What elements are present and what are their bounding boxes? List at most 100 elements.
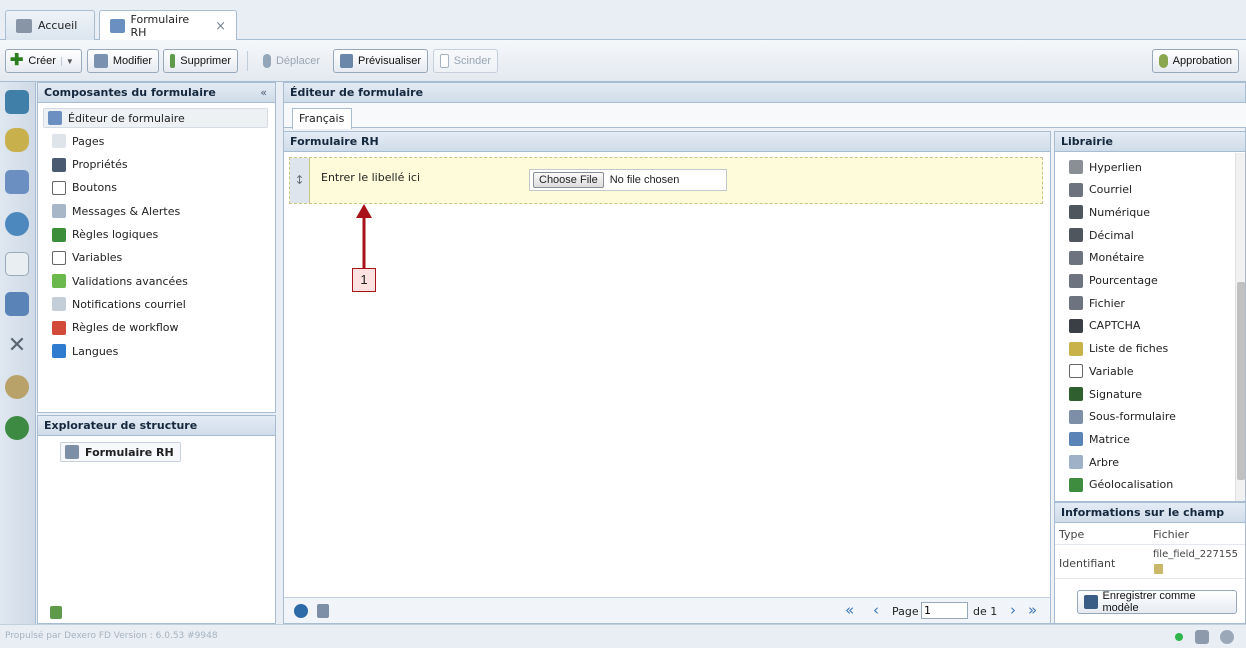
save-template-button[interactable]: Enregistrer comme modèle xyxy=(1077,590,1237,614)
reports-icon[interactable] xyxy=(5,252,29,276)
validation-icon xyxy=(52,274,66,289)
approval-icon xyxy=(1159,54,1168,68)
create-button[interactable]: ✚ Créer ▼ xyxy=(5,49,82,73)
file-field-row[interactable]: ↕ Entrer le libellé ici Choose File No f… xyxy=(289,157,1043,204)
preview-icon xyxy=(340,54,354,68)
captcha-icon xyxy=(1069,318,1083,333)
component-item[interactable]: Boutons xyxy=(48,178,117,198)
library-item[interactable]: Signature xyxy=(1065,384,1142,404)
first-page-icon[interactable]: « xyxy=(845,601,854,619)
user-icon[interactable] xyxy=(1195,630,1209,644)
at-sign-icon xyxy=(1069,182,1083,197)
forms-icon[interactable] xyxy=(5,170,29,194)
choose-file-button[interactable]: Choose File xyxy=(533,172,604,188)
library-item[interactable]: Hyperlien xyxy=(1065,157,1142,177)
library-item[interactable]: Géolocalisation xyxy=(1065,475,1173,495)
component-item[interactable]: Règles logiques xyxy=(48,225,158,245)
component-item[interactable]: Messages & Alertes xyxy=(48,201,180,221)
component-item[interactable]: Propriétés xyxy=(48,155,128,175)
component-item[interactable]: Règles de workflow xyxy=(48,318,178,338)
page-number-input[interactable] xyxy=(921,602,968,619)
copy-icon[interactable] xyxy=(1154,564,1163,574)
refresh-icon[interactable] xyxy=(294,604,308,618)
library-item[interactable]: Sous-formulaire xyxy=(1065,407,1176,427)
library-item-label: Matrice xyxy=(1089,432,1130,446)
library-header: Librairie xyxy=(1055,132,1245,152)
split-icon xyxy=(440,54,449,68)
arrow-head xyxy=(356,204,372,218)
settings-icon[interactable] xyxy=(1220,630,1234,644)
trash-icon[interactable] xyxy=(50,606,62,619)
save-icon xyxy=(1084,595,1098,609)
tools-icon[interactable]: ✕ xyxy=(5,334,29,358)
move-icon xyxy=(263,54,271,68)
file-input[interactable]: Choose File No file chosen xyxy=(529,169,727,191)
database-icon[interactable] xyxy=(5,292,29,316)
tab-formulaire-rh[interactable]: Formulaire RH × xyxy=(99,10,237,41)
export-icon[interactable] xyxy=(317,604,329,618)
tab-accueil[interactable]: Accueil xyxy=(5,10,95,40)
library-item[interactable]: Pourcentage xyxy=(1065,271,1158,291)
approval-button[interactable]: Approbation xyxy=(1152,49,1239,73)
library-item[interactable]: Matrice xyxy=(1065,429,1130,449)
library-item[interactable]: Arbre xyxy=(1065,452,1119,472)
component-item[interactable]: Langues xyxy=(48,341,118,361)
delete-button[interactable]: Supprimer xyxy=(163,49,238,73)
recycle-icon[interactable] xyxy=(5,90,29,114)
components-panel-header: Composantes du formulaire « xyxy=(38,83,275,103)
preview-button[interactable]: Prévisualiser xyxy=(333,49,428,73)
component-item[interactable]: Validations avancées xyxy=(48,271,188,291)
globe-icon xyxy=(1069,477,1083,492)
prev-page-icon[interactable]: ‹ xyxy=(873,601,879,619)
modify-label: Modifier xyxy=(112,55,152,67)
form-editor-icon xyxy=(48,111,62,125)
library-item[interactable]: Courriel xyxy=(1065,180,1132,200)
component-item[interactable]: Notifications courriel xyxy=(48,294,186,314)
move-label: Déplacer xyxy=(275,55,320,67)
tab-francais[interactable]: Français xyxy=(292,108,352,129)
field-info-header: Informations sur le champ xyxy=(1055,503,1245,523)
scrollbar-thumb[interactable] xyxy=(1237,282,1245,480)
users-icon[interactable] xyxy=(5,212,29,236)
canvas-bottom-bar: « ‹ Page de 1 › » xyxy=(284,597,1050,623)
dropdown-caret-icon[interactable]: ▼ xyxy=(60,56,74,66)
component-item[interactable]: Éditeur de formulaire xyxy=(43,108,268,128)
properties-icon xyxy=(52,157,66,172)
split-button[interactable]: Scinder xyxy=(433,49,498,73)
library-scrollbar[interactable] xyxy=(1235,153,1245,501)
file-status: No file chosen xyxy=(609,174,680,186)
field-info-panel: Informations sur le champ Type Fichier I… xyxy=(1054,502,1246,624)
component-item-label: Règles logiques xyxy=(72,228,159,241)
tab-label: Accueil xyxy=(38,19,78,32)
component-item-label: Boutons xyxy=(72,181,117,195)
library-item[interactable]: Numérique xyxy=(1065,202,1150,222)
library-item-label: Variable xyxy=(1089,364,1134,378)
globe-icon[interactable] xyxy=(5,416,29,440)
last-page-icon[interactable]: » xyxy=(1028,601,1037,619)
field-label[interactable]: Entrer le libellé ici xyxy=(321,171,420,184)
drag-handle-icon[interactable]: ↕ xyxy=(290,158,310,203)
library-item[interactable]: Fichier xyxy=(1065,293,1125,313)
trash-icon xyxy=(170,54,176,68)
records-icon[interactable] xyxy=(5,128,29,152)
component-item[interactable]: Pages xyxy=(48,131,104,151)
library-item[interactable]: Variable xyxy=(1065,361,1134,381)
currency-icon xyxy=(1069,250,1083,265)
structure-panel: Explorateur de structure Formulaire RH xyxy=(37,415,276,624)
structure-root-node[interactable]: Formulaire RH xyxy=(60,442,181,462)
clock-icon[interactable] xyxy=(5,375,29,399)
components-panel: Composantes du formulaire « Éditeur de f… xyxy=(37,82,276,413)
next-page-icon[interactable]: › xyxy=(1010,601,1016,619)
component-item[interactable]: Variables xyxy=(48,248,122,268)
library-item[interactable]: Monétaire xyxy=(1065,248,1144,268)
info-key: Identifiant xyxy=(1059,557,1116,570)
collapse-icon[interactable]: « xyxy=(260,83,267,102)
library-item[interactable]: CAPTCHA xyxy=(1065,316,1140,336)
create-label: Créer xyxy=(28,55,56,67)
library-item[interactable]: Décimal xyxy=(1065,225,1134,245)
delete-label: Supprimer xyxy=(180,55,231,67)
modify-button[interactable]: Modifier xyxy=(87,49,159,73)
move-button[interactable]: Déplacer xyxy=(256,49,327,73)
library-item[interactable]: Liste de fiches xyxy=(1065,339,1168,359)
close-icon[interactable]: × xyxy=(215,19,226,34)
